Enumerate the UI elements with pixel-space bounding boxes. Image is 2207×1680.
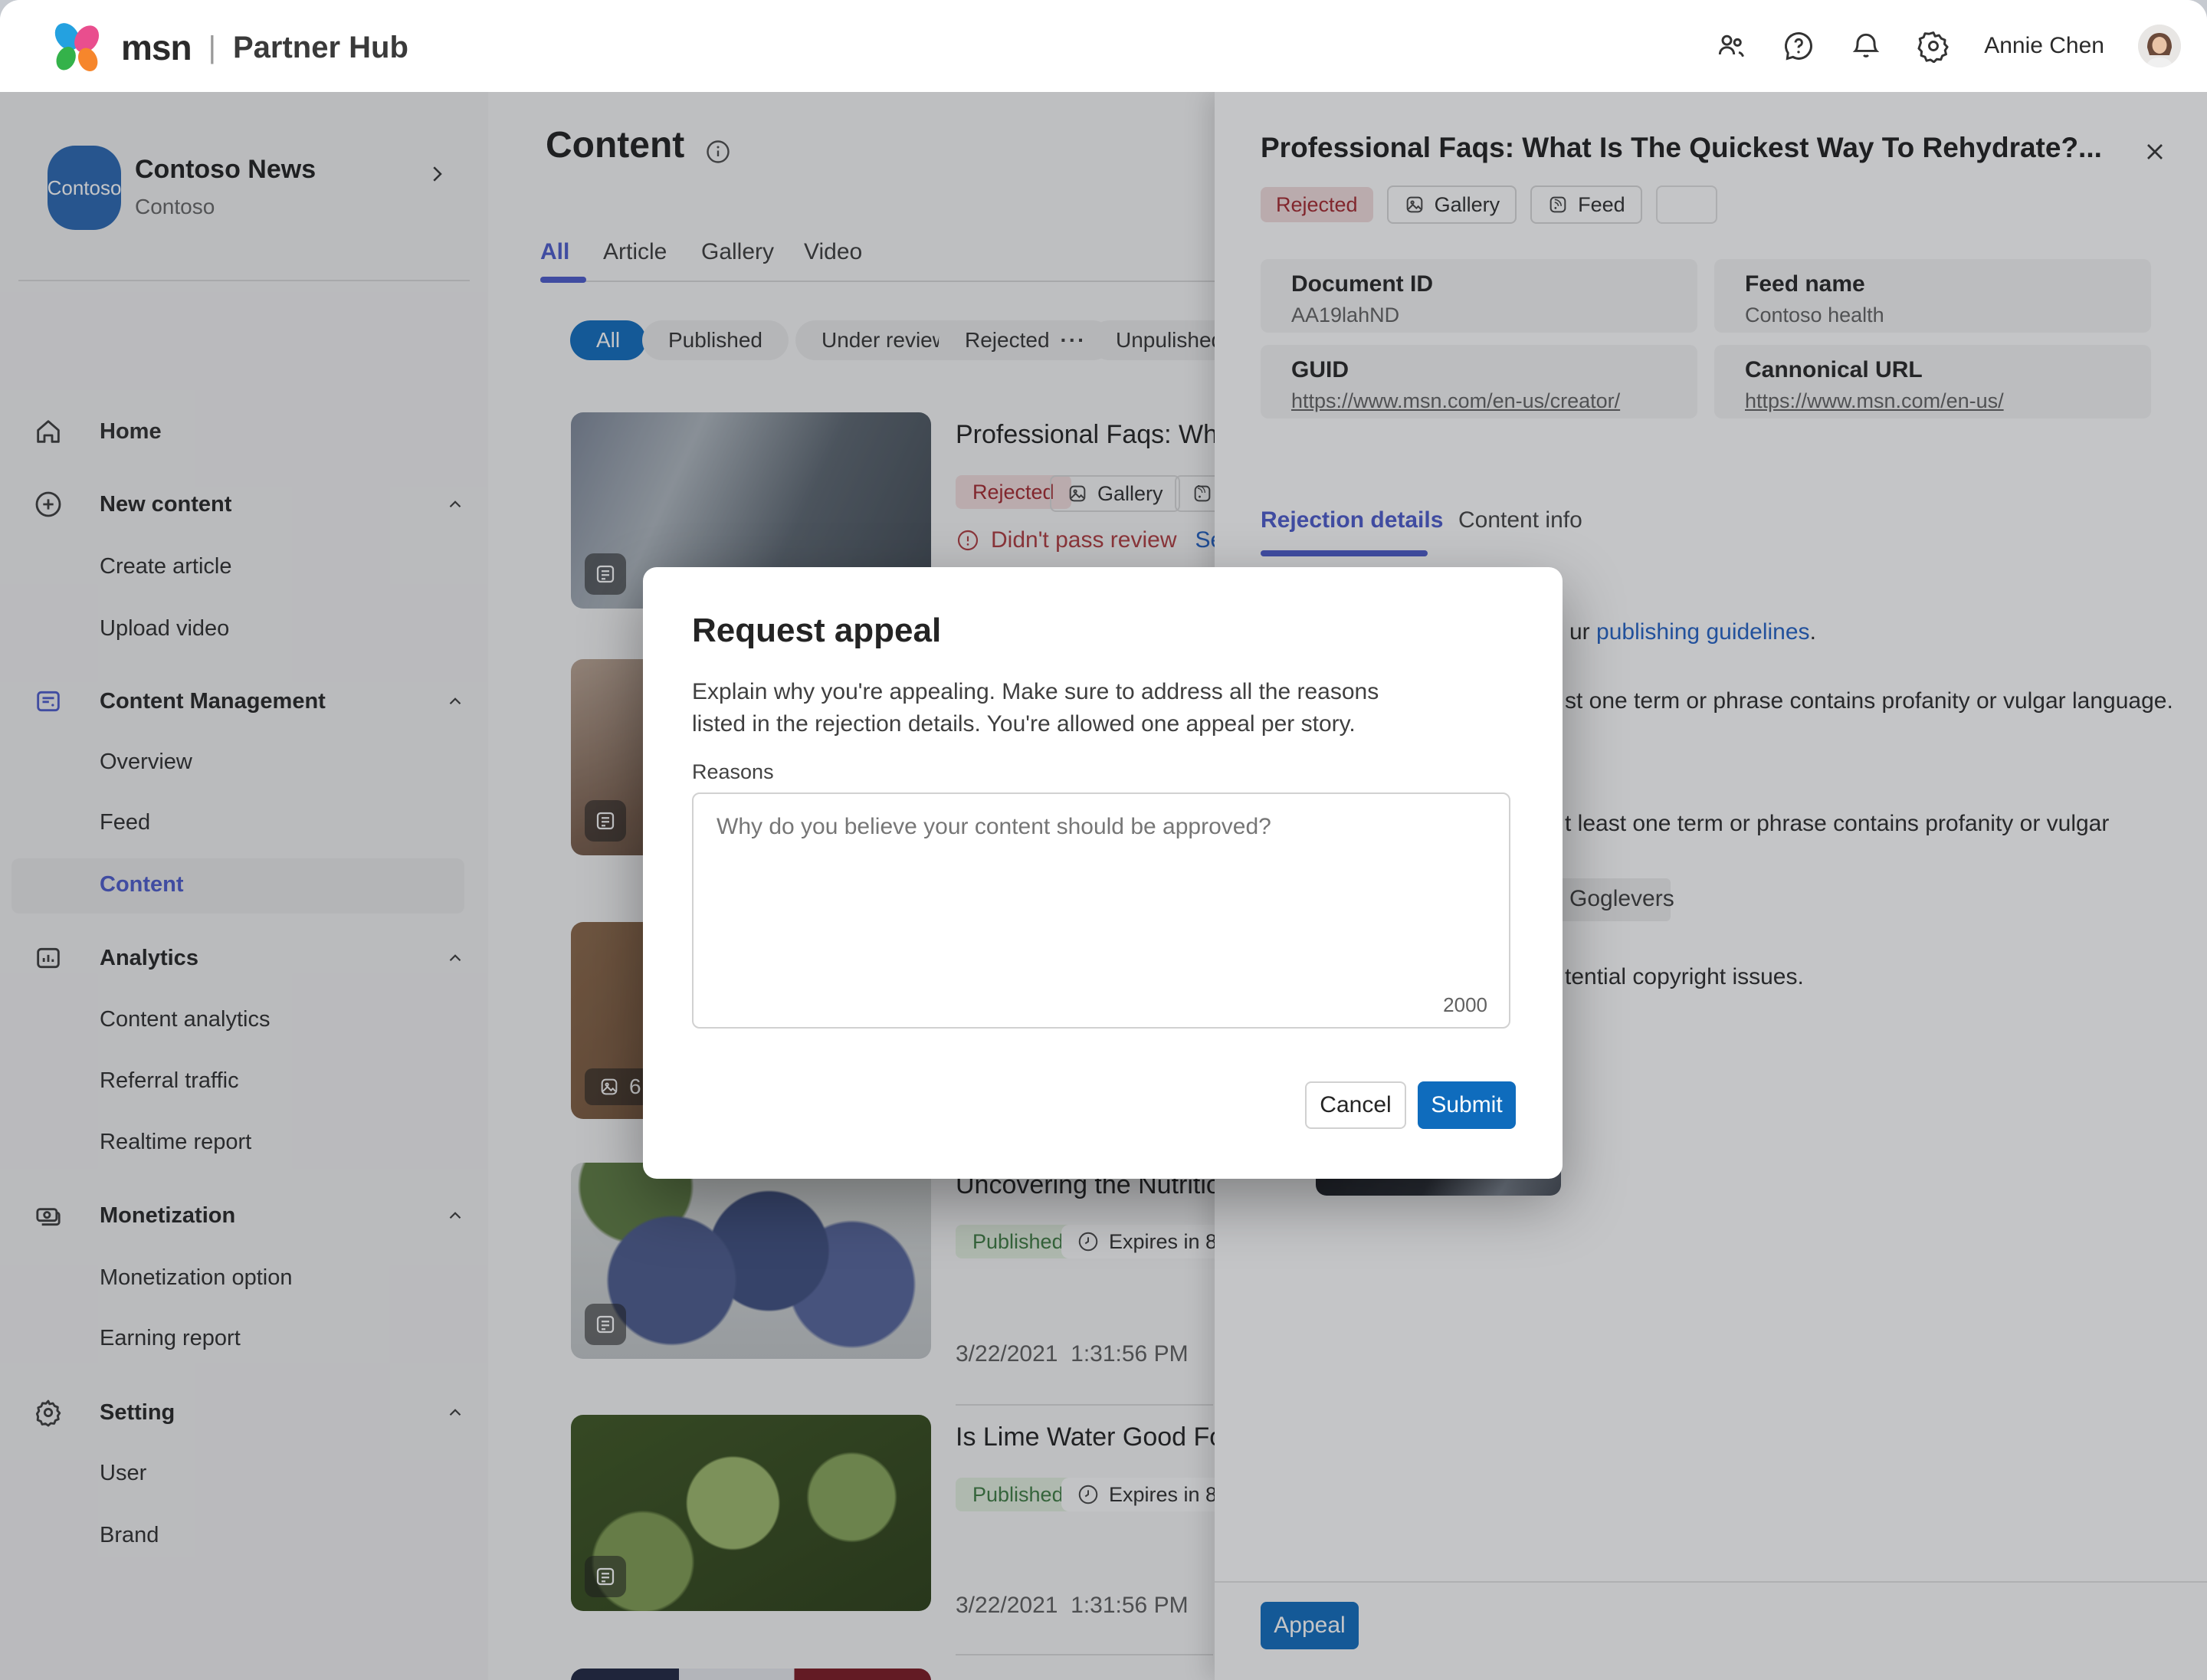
avatar[interactable] xyxy=(2138,25,2181,67)
brand-msn-text: msn xyxy=(121,27,192,68)
app-window: msn | Partner Hub xyxy=(0,0,2207,1680)
help-icon[interactable] xyxy=(1782,29,1815,63)
cancel-button[interactable]: Cancel xyxy=(1305,1081,1406,1129)
submit-button[interactable]: Submit xyxy=(1418,1081,1516,1129)
gear-icon[interactable] xyxy=(1917,29,1950,63)
dialog-description: Explain why you're appealing. Make sure … xyxy=(692,676,1432,740)
request-appeal-dialog: Request appeal Explain why you're appeal… xyxy=(643,567,1563,1179)
top-header: msn | Partner Hub xyxy=(0,0,2207,92)
bell-icon[interactable] xyxy=(1849,29,1883,63)
user-name[interactable]: Annie Chen xyxy=(1984,33,2104,59)
people-audience-icon[interactable] xyxy=(1714,29,1748,63)
brand-product-text: Partner Hub xyxy=(233,31,408,65)
reasons-label: Reasons xyxy=(692,760,774,784)
brand-divider: | xyxy=(208,31,216,65)
dialog-title: Request appeal xyxy=(692,612,941,650)
brand[interactable]: msn | Partner Hub xyxy=(49,18,408,77)
reasons-input[interactable] xyxy=(692,792,1510,1029)
msn-butterfly-logo-icon xyxy=(49,18,107,77)
